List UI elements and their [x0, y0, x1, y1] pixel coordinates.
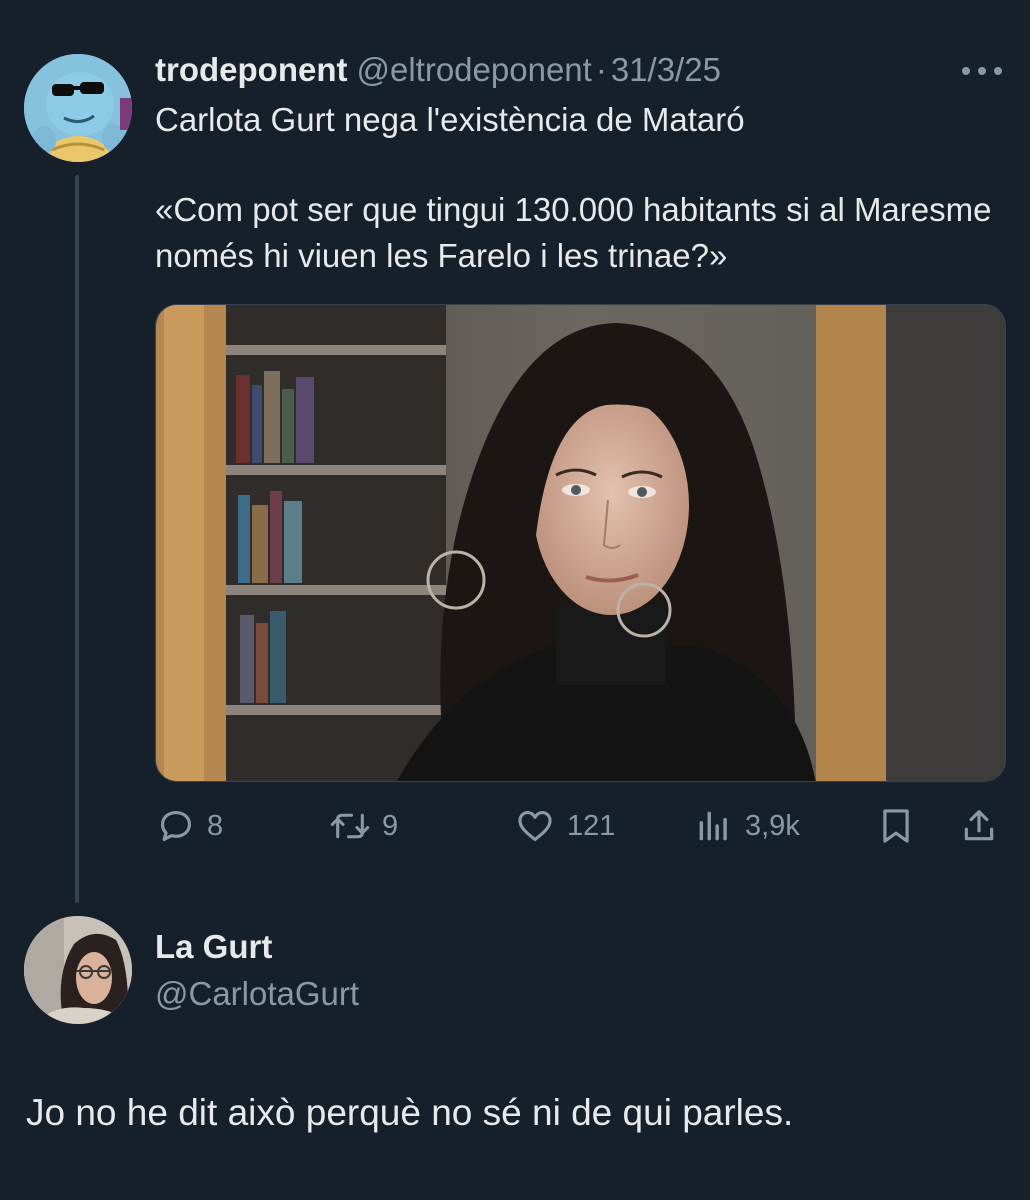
like-count: 121 [567, 809, 616, 842]
more-dots-icon [962, 67, 1002, 75]
author-display-name[interactable]: trodeponent [155, 51, 347, 89]
woman-glasses-avatar-icon [24, 916, 132, 1024]
squirtle-avatar-icon [24, 54, 132, 162]
bookmark-icon [883, 809, 909, 843]
tweet-header: trodeponent @eltrodeponent · 31/3/25 [155, 50, 721, 90]
share-upload-icon [964, 810, 994, 841]
retweet-count: 9 [382, 809, 399, 842]
views-bar-chart-icon [699, 811, 727, 841]
tweet-text: Carlota Gurt nega l'existència de Mataró… [155, 97, 1005, 279]
separator-dot: · [595, 51, 607, 88]
like-button[interactable]: 121 [515, 800, 615, 852]
share-button[interactable] [960, 800, 998, 852]
reply-count: 8 [207, 809, 224, 842]
reply-text: Jo no he dit això perquè no sé ni de qui… [26, 1092, 794, 1133]
author-avatar[interactable] [24, 54, 132, 162]
views-count: 3,9k [745, 809, 800, 842]
reply-button[interactable]: 8 [157, 800, 223, 852]
portrait-photo-icon [156, 305, 1005, 781]
reply-icon [160, 810, 192, 842]
tweet-media-photo[interactable] [155, 304, 1006, 782]
author-handle[interactable]: @eltrodeponent [356, 51, 591, 89]
reply-author-handle[interactable]: @CarlotaGurt [155, 975, 359, 1013]
tweet-text-quote: «Com pot ser que tingui 130.000 habitant… [155, 191, 992, 274]
bookmark-button[interactable] [877, 800, 915, 852]
retweet-icon [330, 813, 370, 839]
reply-author-display-name[interactable]: La Gurt [155, 928, 272, 966]
more-options-button[interactable] [960, 56, 1004, 86]
tweet-actions-bar: 8 9 121 3,9k [155, 800, 1006, 852]
views-button[interactable]: 3,9k [695, 800, 800, 852]
heart-icon [518, 810, 552, 842]
tweet-text-line: Carlota Gurt nega l'existència de Mataró [155, 101, 745, 138]
thread-connector-line [75, 175, 79, 903]
tweet-date[interactable]: 31/3/25 [611, 51, 721, 89]
retweet-button[interactable]: 9 [330, 800, 398, 852]
reply-author-avatar[interactable] [24, 916, 132, 1024]
